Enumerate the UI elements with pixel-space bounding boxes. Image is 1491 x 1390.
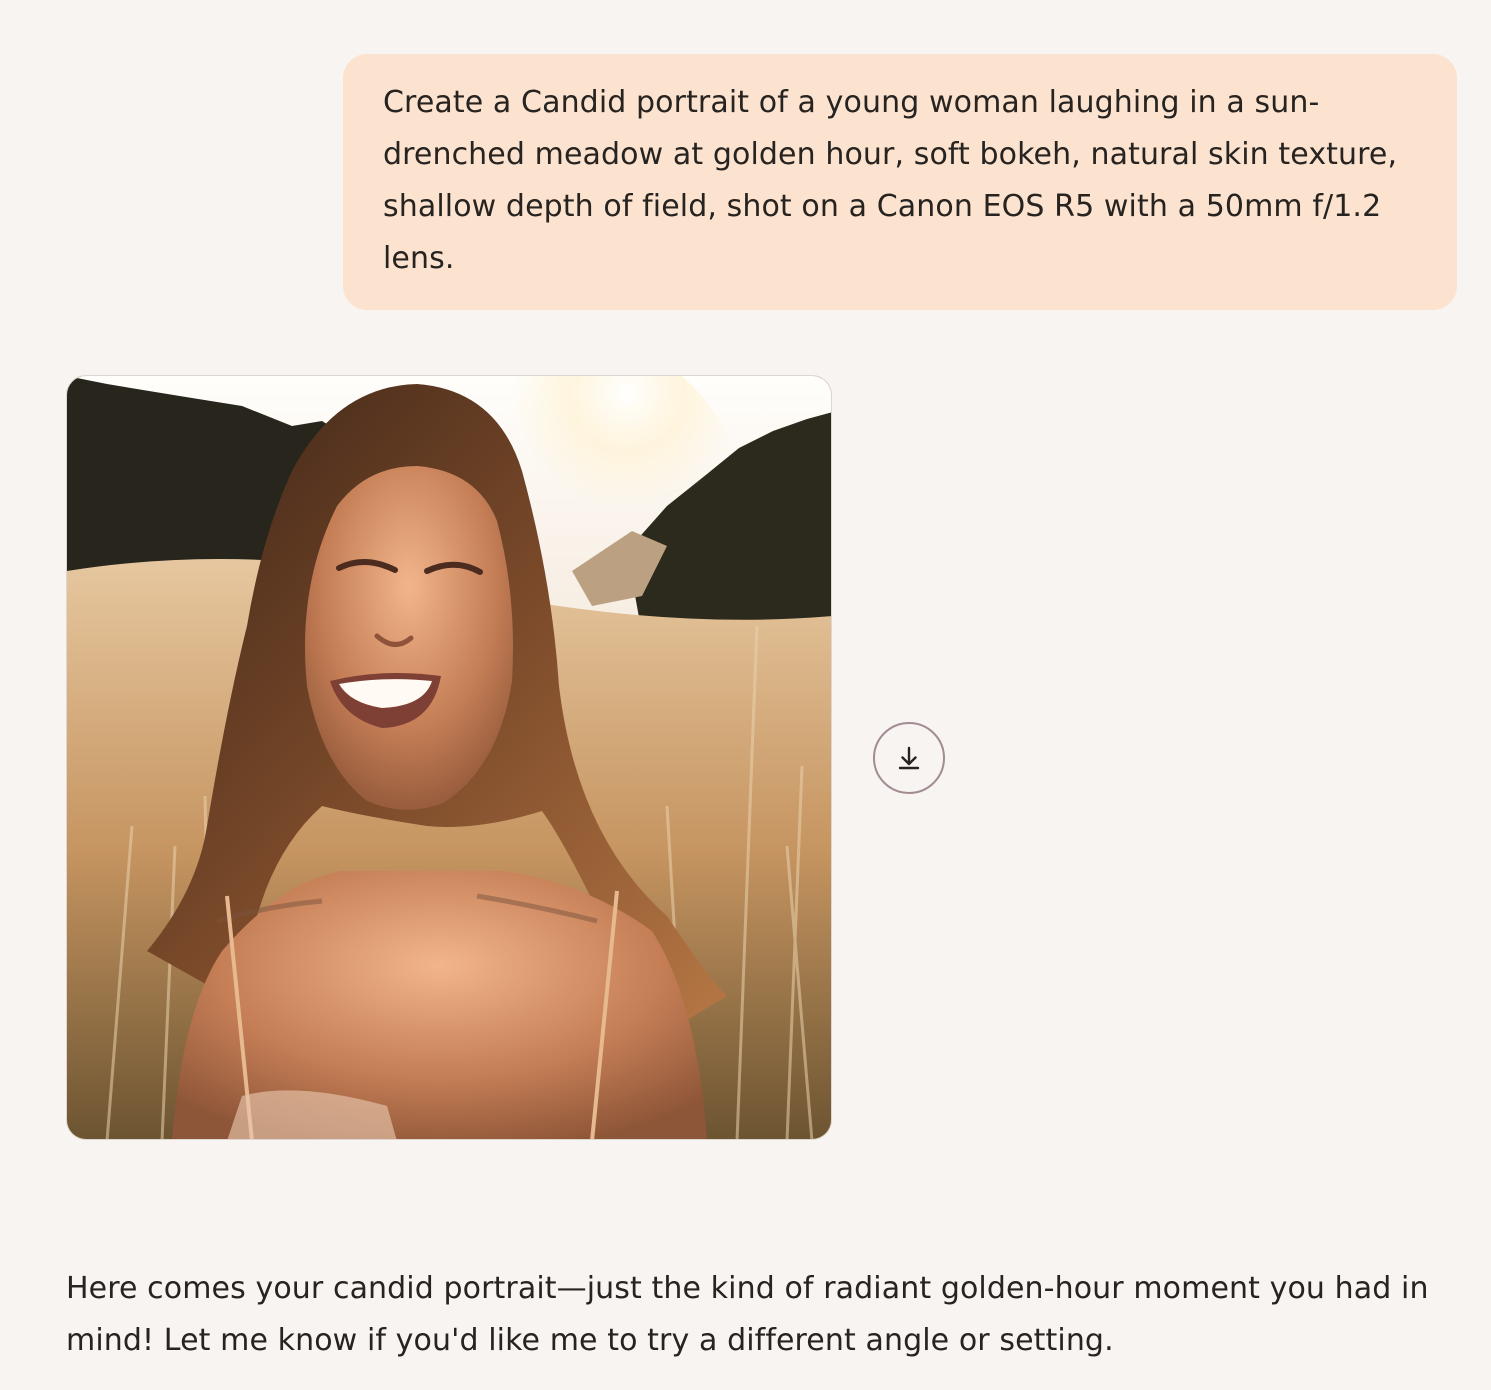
download-icon [898,746,920,770]
user-message-text: Create a Candid portrait of a young woma… [383,85,1398,276]
generated-image [67,376,831,1139]
download-button[interactable] [873,722,945,794]
assistant-message-text: Here comes your candid portrait—just the… [66,1271,1429,1358]
generated-image-card[interactable] [66,375,832,1140]
user-message-bubble: Create a Candid portrait of a young woma… [343,54,1457,310]
